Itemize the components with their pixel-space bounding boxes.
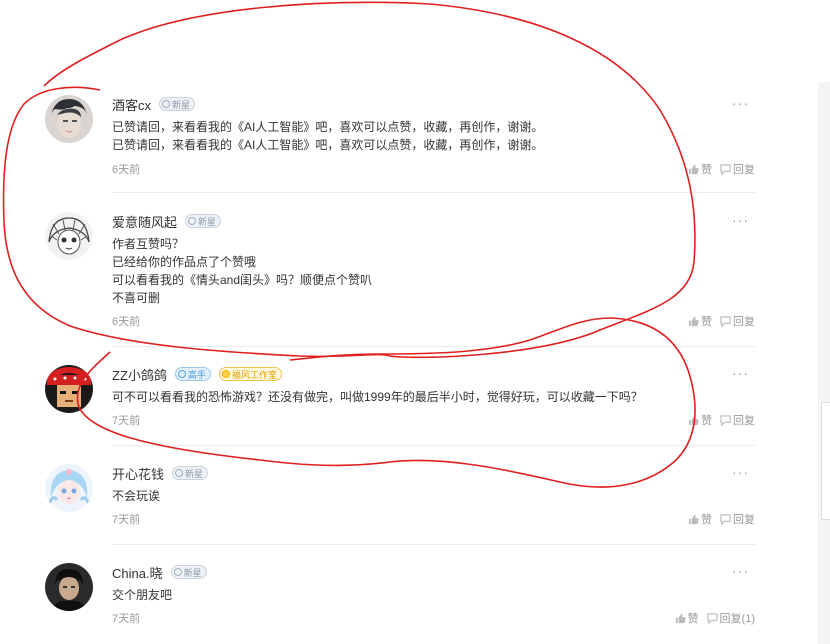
like-button[interactable]: 赞 [688, 313, 712, 329]
comment-divider [112, 346, 755, 347]
comment-line: 交个朋友吧 [112, 588, 173, 602]
star-badge-icon [175, 469, 184, 477]
comment-text: 不会玩诶 [112, 487, 160, 505]
comment-header: 爱意随风起 新星 [112, 212, 222, 231]
comment-divider [112, 445, 755, 446]
comment-text: 可不可以看看我的恐怖游戏？还没有做完，叫做1999年的最后半小时，觉得好玩，可以… [112, 388, 643, 406]
more-options-button[interactable]: ··· [732, 212, 749, 228]
like-button[interactable]: 赞 [688, 511, 712, 527]
reply-button[interactable]: 回复 [720, 161, 755, 177]
timestamp: 7天前 [112, 613, 141, 625]
comment-line: 已经给你的作品点了个赞哦 [112, 255, 257, 269]
comment-actions: 赞 回复 [680, 412, 755, 428]
studio-badge-icon [221, 370, 230, 378]
username[interactable]: ZZ小鸽鸽 [112, 365, 167, 384]
star-badge-icon [177, 370, 186, 378]
comment-actions: 赞 回复 [680, 161, 755, 177]
reply-button[interactable]: 回复 [720, 412, 755, 428]
timestamp: 7天前 [112, 415, 141, 427]
comment-divider [112, 192, 755, 193]
reply-icon [720, 414, 731, 426]
comment-line: 可以看看我的《情头and闺头》吗？顺便点个赞叭 [112, 273, 373, 287]
comment-actions: 赞 回复(1) [667, 610, 755, 626]
comment-line: 可不可以看看我的恐怖游戏？还没有做完，叫做1999年的最后半小时，觉得好玩，可以… [112, 390, 643, 404]
badge-label: 新星 [172, 99, 191, 110]
comment-text: 交个朋友吧 [112, 586, 172, 604]
username[interactable]: China.晓 [112, 563, 163, 582]
reply-button[interactable]: 回复 [720, 511, 755, 527]
avatar[interactable] [45, 563, 93, 611]
thumbs-up-icon [688, 514, 699, 524]
more-options-button[interactable]: ··· [732, 95, 749, 111]
comment-header: 开心花钱 新星 [112, 464, 209, 483]
badge-label: 新星 [198, 216, 217, 227]
badge-label: 新星 [185, 468, 204, 479]
star-badge-icon [162, 100, 171, 108]
comment-item: 酒客cx 新星 ··· 已赞请回，来看看我的《AI人工智能》吧，喜欢可以点赞，收… [45, 95, 755, 179]
like-button[interactable]: 赞 [688, 412, 712, 428]
comment-line: 不喜可删 [112, 291, 161, 305]
avatar[interactable] [45, 464, 93, 512]
avatar[interactable] [45, 365, 93, 413]
right-sidebar-box [821, 402, 830, 520]
reply-button[interactable]: 回复(1) [706, 610, 755, 626]
level-badge: 高手 [174, 367, 211, 381]
thumbs-up-icon [688, 164, 699, 174]
reply-icon [720, 163, 731, 175]
comment-item: 开心花钱 新星 ··· 不会玩诶 7天前 赞 回复 [45, 464, 755, 534]
comment-actions: 赞 回复 [680, 313, 755, 329]
comment-header: 酒客cx 新星 [112, 95, 196, 114]
like-button[interactable]: 赞 [675, 610, 699, 626]
reply-icon [706, 612, 718, 624]
reply-icon [720, 513, 731, 525]
comment-divider [112, 544, 755, 545]
timestamp: 7天前 [112, 514, 141, 526]
studio-badge: 福风工作室 [218, 367, 282, 381]
right-sidebar-strip [818, 82, 830, 644]
comment-item: 爱意随风起 新星 ··· 作者互赞吗？ 已经给你的作品点了个赞哦 可以看看我的《… [45, 212, 755, 332]
badge-label: 新星 [183, 567, 202, 578]
star-badge-icon [173, 568, 182, 576]
comment-line: 已赞请回，来看看我的《AI人工智能》吧，喜欢可以点赞，收藏，再创作，谢谢。 [112, 138, 544, 152]
more-options-button[interactable]: ··· [732, 563, 749, 579]
comment-line: 不会玩诶 [112, 489, 161, 503]
comment-header: China.晓 新星 [112, 563, 207, 581]
level-badge: 新星 [172, 466, 209, 480]
badge-label: 福风工作室 [231, 369, 277, 380]
thumbs-up-icon [675, 613, 686, 623]
like-button[interactable]: 赞 [688, 161, 712, 177]
comment-text: 作者互赞吗？ 已经给你的作品点了个赞哦 可以看看我的《情头and闺头》吗？顺便点… [112, 235, 372, 307]
level-badge: 新星 [170, 565, 207, 579]
timestamp: 6天前 [112, 316, 141, 328]
comment-actions: 赞 回复 [680, 511, 755, 527]
badge-label: 高手 [187, 369, 206, 380]
avatar[interactable] [45, 95, 93, 143]
reply-icon [720, 315, 731, 327]
level-badge: 新星 [185, 214, 222, 228]
username[interactable]: 酒客cx [112, 95, 151, 114]
star-badge-icon [188, 217, 197, 225]
username[interactable]: 开心花钱 [112, 464, 164, 483]
timestamp: 6天前 [112, 164, 141, 176]
avatar[interactable] [45, 212, 93, 260]
reply-button[interactable]: 回复 [720, 313, 755, 329]
username[interactable]: 爱意随风起 [112, 212, 177, 231]
thumbs-up-icon [688, 415, 699, 425]
comment-item: China.晓 新星 ··· 交个朋友吧 7天前 赞 回复(1) [45, 563, 755, 633]
more-options-button[interactable]: ··· [732, 464, 749, 480]
more-options-button[interactable]: ··· [732, 365, 749, 381]
comment-line: 已赞请回，来看看我的《AI人工智能》吧，喜欢可以点赞，收藏，再创作，谢谢。 [112, 120, 544, 134]
comment-text: 已赞请回，来看看我的《AI人工智能》吧，喜欢可以点赞，收藏，再创作，谢谢。 已赞… [112, 118, 543, 154]
comment-item: ZZ小鸽鸽 高手 福风工作室 ··· 可不可以看看我的恐怖游戏？还没有做完，叫做… [45, 365, 755, 435]
comment-line: 作者互赞吗？ [112, 237, 185, 251]
thumbs-up-icon [688, 316, 699, 326]
level-badge: 新星 [159, 97, 196, 111]
comment-header: ZZ小鸽鸽 高手 福风工作室 [112, 365, 282, 383]
